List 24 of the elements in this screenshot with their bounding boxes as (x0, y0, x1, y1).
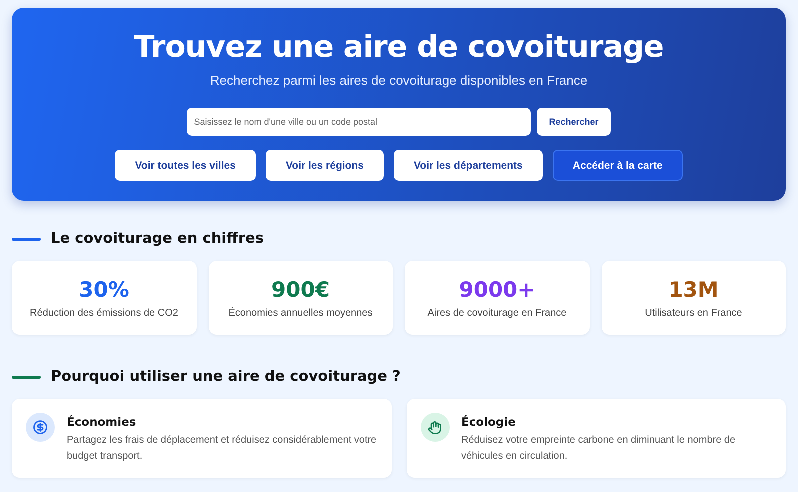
hero-subtitle: Recherchez parmi les aires de covoiturage disponibles en France (210, 73, 588, 88)
map-button[interactable]: Accéder à la carte (552, 150, 683, 181)
feature-title: Écologie (462, 415, 517, 429)
feature-title: Économies (67, 415, 138, 429)
hand-icon (420, 413, 450, 442)
stat-value: 13M (668, 278, 719, 302)
search-field[interactable]: Saisissez le nom d'une ville ou un code postal (187, 108, 532, 136)
feature-text: Réduisez votre empreinte carbone en diminuant le nombre de véhicules en circulation. (462, 434, 737, 464)
stat-value: 30% (79, 278, 130, 302)
hero-title: Trouvez une aire de covoiturage (134, 30, 664, 65)
nav-button[interactable]: Voir les départements (394, 150, 543, 181)
nav-button[interactable]: Voir les régions (266, 150, 384, 181)
section-title: Pourquoi utiliser une aire de covoiturage ? (51, 369, 401, 385)
feature-text: Partagez les frais de déplacement et réduisez considérablement votre budget transport. (67, 434, 378, 464)
stat-value: 900€ (272, 278, 330, 302)
stat-value: 9000+ (459, 278, 536, 302)
stat-label: Utilisateurs en France (645, 308, 742, 318)
dollar-coin-icon (26, 413, 55, 442)
section-title: Le covoiturage en chiffres (51, 231, 264, 247)
stat-label: Réduction des émissions de CO2 (30, 308, 178, 318)
stat-label: Aires de covoiturage en France (428, 308, 567, 318)
stat-label: Économies annuelles moyennes (228, 308, 373, 318)
nav-button[interactable]: Voir toutes les villes (115, 150, 256, 181)
search-button[interactable]: Rechercher (537, 108, 611, 136)
